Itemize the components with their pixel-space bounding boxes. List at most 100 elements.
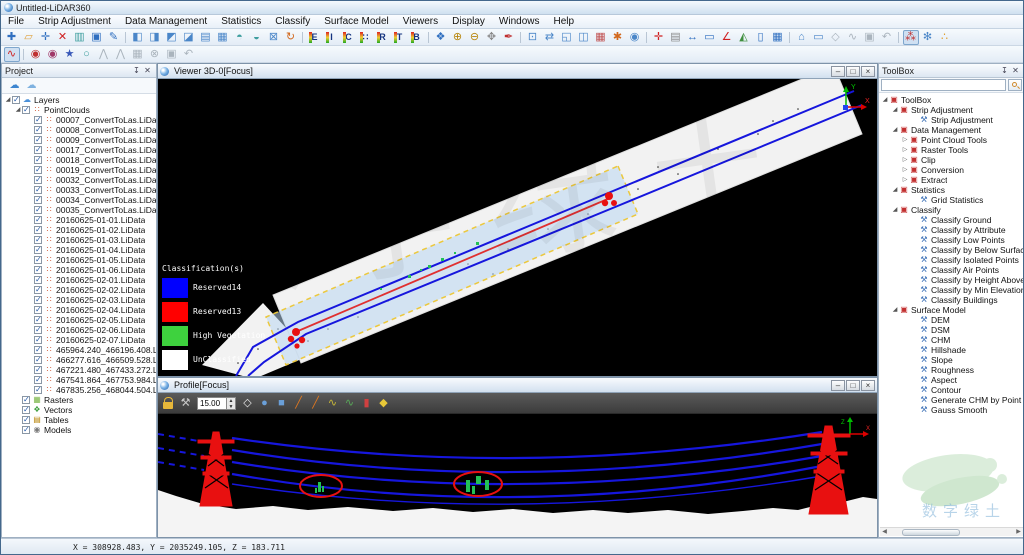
toolbar-icon[interactable]: ⊕ <box>450 30 466 45</box>
visibility-checkbox[interactable] <box>22 426 30 434</box>
toolbar-icon[interactable]: ✛ <box>38 30 54 45</box>
expander-icon[interactable]: ◢ <box>891 205 899 215</box>
tree-item[interactable]: ⚒ Classify Buildings <box>879 295 1024 305</box>
scroll-left-icon[interactable]: ◀ <box>880 528 889 537</box>
tree-item[interactable]: ▤ Tables <box>2 415 156 425</box>
visibility-checkbox[interactable] <box>34 126 42 134</box>
tree-item[interactable]: ∷ 20160625-01-05.LiData <box>2 255 156 265</box>
toolbar-icon[interactable]: ✎ <box>106 30 122 45</box>
tree-item[interactable]: ◉ Models <box>2 425 156 435</box>
toolbar-icon[interactable]: ▤ <box>668 30 684 45</box>
tree-item[interactable]: ∷ 20160625-01-03.LiData <box>2 235 156 245</box>
visibility-checkbox[interactable] <box>34 306 42 314</box>
tree-item[interactable]: ⚒ Aspect <box>879 375 1024 385</box>
expander-icon[interactable]: ◢ <box>891 185 899 195</box>
toolbar-icon[interactable]: ● <box>257 396 273 411</box>
visibility-checkbox[interactable] <box>34 386 42 394</box>
menu-item[interactable]: Help <box>547 15 582 29</box>
visibility-checkbox[interactable] <box>34 356 42 364</box>
tree-item[interactable]: ∷ 20160625-02-06.LiData <box>2 325 156 335</box>
toolbar-icon[interactable]: ❖ <box>433 30 449 45</box>
tree-item[interactable]: ∷ 00035_ConvertToLas.LiData <box>2 205 156 215</box>
visibility-checkbox[interactable] <box>34 196 42 204</box>
toolbar-icon[interactable] <box>21 47 26 62</box>
visibility-checkbox[interactable] <box>22 396 30 404</box>
toolbar-icon[interactable]: ⋀ <box>113 47 129 62</box>
tree-item[interactable]: ⚒ Classify by Below Surface <box>879 245 1024 255</box>
tree-item[interactable]: ∷ 20160625-01-02.LiData <box>2 225 156 235</box>
toolbar-icon[interactable]: ▥ <box>72 30 88 45</box>
visibility-checkbox[interactable] <box>34 366 42 374</box>
toolbar-icon[interactable]: B <box>409 30 425 45</box>
close-button[interactable]: × <box>861 66 875 77</box>
expander-icon[interactable]: ▷ <box>901 145 909 155</box>
maximize-button[interactable]: □ <box>846 380 860 391</box>
panel-tool-icon[interactable]: ☁ <box>7 78 23 93</box>
tree-item[interactable]: ◢ ▣ Surface Model <box>879 305 1024 315</box>
profile-canvas[interactable]: Z X <box>158 414 877 537</box>
tree-item[interactable]: ▷ ▣ Point Cloud Tools <box>879 135 1024 145</box>
tree-item[interactable]: ⚒ Classify Isolated Points <box>879 255 1024 265</box>
tree-item[interactable]: ∷ 20160625-02-03.LiData <box>2 295 156 305</box>
toolbar-icon[interactable]: ✱ <box>610 30 626 45</box>
toolbar-icon[interactable]: ◫ <box>576 30 592 45</box>
toolbar-icon[interactable]: ⇄ <box>542 30 558 45</box>
toolbar-icon[interactable]: ⊡ <box>525 30 541 45</box>
tree-item[interactable]: ⚒ Classify by Attribute <box>879 225 1024 235</box>
tree-item[interactable]: ∷ 20160625-01-01.LiData <box>2 215 156 225</box>
tree-item[interactable]: ∷ 00007_ConvertToLas.LiData <box>2 115 156 125</box>
toolbar-icon[interactable]: ∿ <box>325 396 341 411</box>
tree-item[interactable]: ∷ 00017_ConvertToLas.LiData <box>2 145 156 155</box>
menu-item[interactable]: Viewers <box>396 15 445 29</box>
toolbar-icon[interactable]: C <box>341 30 357 45</box>
visibility-checkbox[interactable] <box>34 286 42 294</box>
toolbar-icon[interactable]: ▣ <box>89 30 105 45</box>
tree-item[interactable]: ◢ ∷ PointClouds <box>2 105 156 115</box>
toolbar-icon[interactable]: ↻ <box>283 30 299 45</box>
toolbar-icon[interactable] <box>300 30 305 45</box>
toolbar-icon[interactable]: ↶ <box>879 30 895 45</box>
menu-item[interactable]: Statistics <box>214 15 268 29</box>
visibility-checkbox[interactable] <box>34 256 42 264</box>
visibility-checkbox[interactable] <box>12 96 20 104</box>
toolbar-icon[interactable]: ◭ <box>736 30 752 45</box>
tree-item[interactable]: ◢ ☁ Layers <box>2 95 156 105</box>
visibility-checkbox[interactable] <box>34 206 42 214</box>
toolbar-icon[interactable]: ▦ <box>593 30 609 45</box>
toolbar-icon[interactable]: ▭ <box>702 30 718 45</box>
visibility-checkbox[interactable] <box>34 246 42 254</box>
lock-icon[interactable] <box>163 397 173 409</box>
toolbox-search-input[interactable] <box>881 79 1006 91</box>
toolbar-icon[interactable]: ◆ <box>376 396 392 411</box>
visibility-checkbox[interactable] <box>34 326 42 334</box>
toolbar-icon[interactable]: ⋀ <box>96 47 112 62</box>
toolbar-icon[interactable]: ✕ <box>55 30 71 45</box>
visibility-checkbox[interactable] <box>34 346 42 354</box>
tree-item[interactable]: ◢ ▣ ToolBox <box>879 95 1024 105</box>
scroll-right-icon[interactable]: ▶ <box>1014 528 1023 537</box>
tree-item[interactable]: ▦ Rasters <box>2 395 156 405</box>
visibility-checkbox[interactable] <box>34 186 42 194</box>
toolbar-icon[interactable]: ∿ <box>342 396 358 411</box>
expander-icon[interactable]: ▷ <box>901 165 909 175</box>
width-input[interactable] <box>197 397 227 410</box>
expander-icon[interactable]: ◢ <box>881 95 889 105</box>
tree-item[interactable]: ◢ ▣ Statistics <box>879 185 1024 195</box>
menu-item[interactable]: File <box>1 15 31 29</box>
close-button[interactable]: × <box>861 380 875 391</box>
toolbar-icon[interactable]: ✒ <box>501 30 517 45</box>
tree-item[interactable]: ⚒ Generate CHM by Point Clou <box>879 395 1024 405</box>
visibility-checkbox[interactable] <box>34 156 42 164</box>
toolbar-icon[interactable]: ★ <box>62 47 78 62</box>
tree-item[interactable]: ⚒ Gauss Smooth <box>879 405 1024 415</box>
visibility-checkbox[interactable] <box>34 336 42 344</box>
expander-icon[interactable]: ▷ <box>901 135 909 145</box>
tree-item[interactable]: ⚒ CHM <box>879 335 1024 345</box>
toolbar-icon[interactable]: ✛ <box>651 30 667 45</box>
maximize-button[interactable]: □ <box>846 66 860 77</box>
tree-item[interactable]: ∷ 00008_ConvertToLas.LiData <box>2 125 156 135</box>
tree-item[interactable]: ∷ 20160625-01-06.LiData <box>2 265 156 275</box>
scrollbar-thumb[interactable] <box>902 529 960 536</box>
tree-item[interactable]: ◢ ▣ Data Management <box>879 125 1024 135</box>
toolbar-icon[interactable]: ✚ <box>4 30 20 45</box>
